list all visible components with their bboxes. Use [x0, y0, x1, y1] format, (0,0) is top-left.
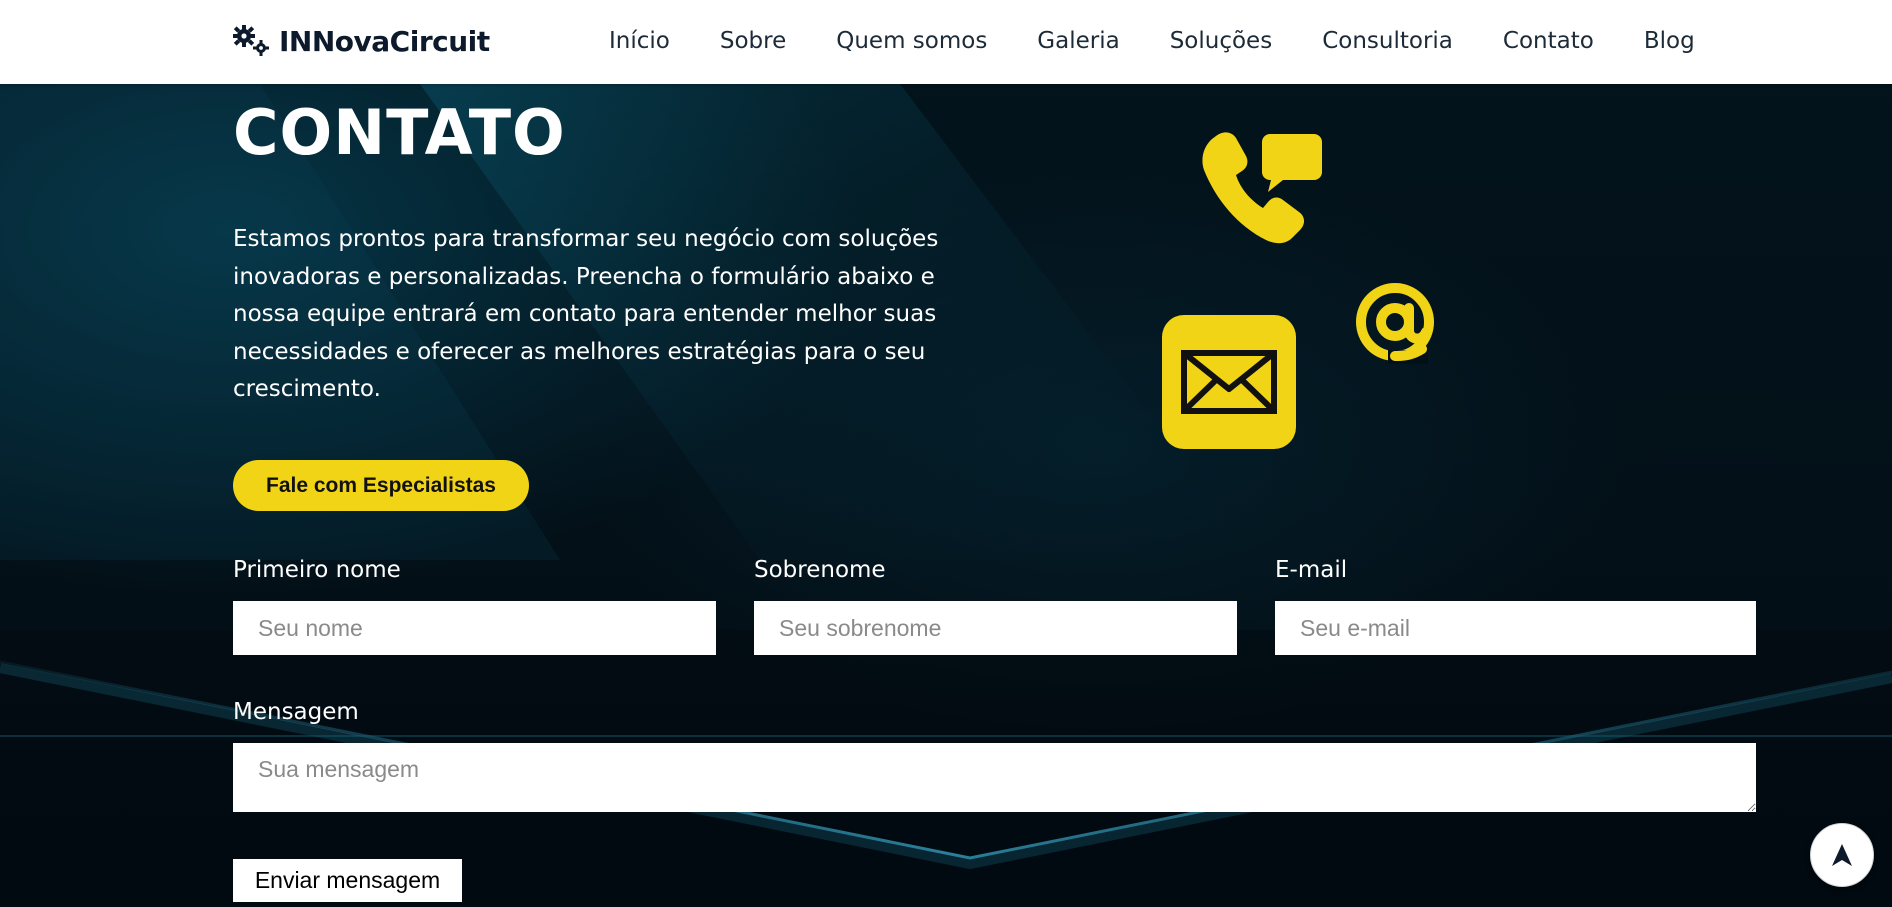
page-title: CONTATO	[233, 96, 566, 169]
main-nav: Início Sobre Quem somos Galeria Soluções…	[609, 24, 1745, 58]
scroll-to-top-button[interactable]	[1810, 823, 1874, 887]
email-input[interactable]	[1275, 601, 1756, 655]
nav-item-quem-somos[interactable]: Quem somos	[836, 24, 987, 58]
nav-item-sobre[interactable]: Sobre	[720, 24, 786, 58]
nav-item-blog[interactable]: Blog	[1644, 24, 1695, 58]
send-message-button[interactable]: Enviar mensagem	[233, 859, 462, 902]
nav-item-galeria[interactable]: Galeria	[1037, 24, 1119, 58]
brand-name: INNovaCircuit	[279, 24, 490, 58]
brand-logo[interactable]: INNovaCircuit	[233, 22, 490, 60]
at-sign-icon	[1356, 283, 1434, 364]
nav-item-solucoes[interactable]: Soluções	[1170, 24, 1273, 58]
email-label: E-mail	[1275, 557, 1348, 583]
envelope-icon	[1162, 315, 1296, 449]
gears-icon	[233, 25, 269, 56]
site-header: INNovaCircuit Início Sobre Quem somos Ga…	[0, 0, 1892, 84]
talk-to-specialists-button[interactable]: Fale com Especialistas	[233, 460, 529, 511]
arrow-up-icon	[1832, 844, 1852, 866]
nav-item-consultoria[interactable]: Consultoria	[1322, 24, 1453, 58]
nav-item-inicio[interactable]: Início	[609, 24, 670, 58]
last-name-input[interactable]	[754, 601, 1237, 655]
first-name-input[interactable]	[233, 601, 716, 655]
nav-item-contato[interactable]: Contato	[1503, 24, 1594, 58]
last-name-label: Sobrenome	[754, 557, 886, 583]
message-label: Mensagem	[233, 699, 359, 725]
intro-text: Estamos prontos para transformar seu neg…	[233, 226, 939, 402]
message-textarea[interactable]	[233, 743, 1756, 812]
phone-chat-icon	[1202, 132, 1322, 244]
first-name-label: Primeiro nome	[233, 557, 401, 583]
